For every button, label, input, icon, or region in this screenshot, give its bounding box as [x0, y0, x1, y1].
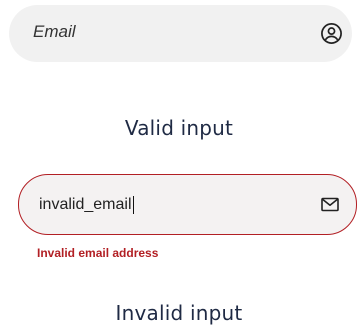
invalid-input-caption: Invalid input: [115, 301, 243, 325]
email-input-invalid[interactable]: invalid_email: [18, 174, 357, 235]
valid-input-caption: Valid input: [124, 116, 234, 140]
email-input-valid[interactable]: Email: [9, 5, 352, 62]
text-cursor: [132, 196, 134, 214]
error-message: Invalid email address: [37, 246, 159, 260]
email-placeholder: Email: [33, 22, 76, 41]
envelope-icon: [321, 197, 339, 212]
user-circle-icon: [320, 22, 343, 45]
email-value-text: invalid_email: [39, 196, 132, 213]
email-input-value: invalid_email: [39, 196, 134, 214]
